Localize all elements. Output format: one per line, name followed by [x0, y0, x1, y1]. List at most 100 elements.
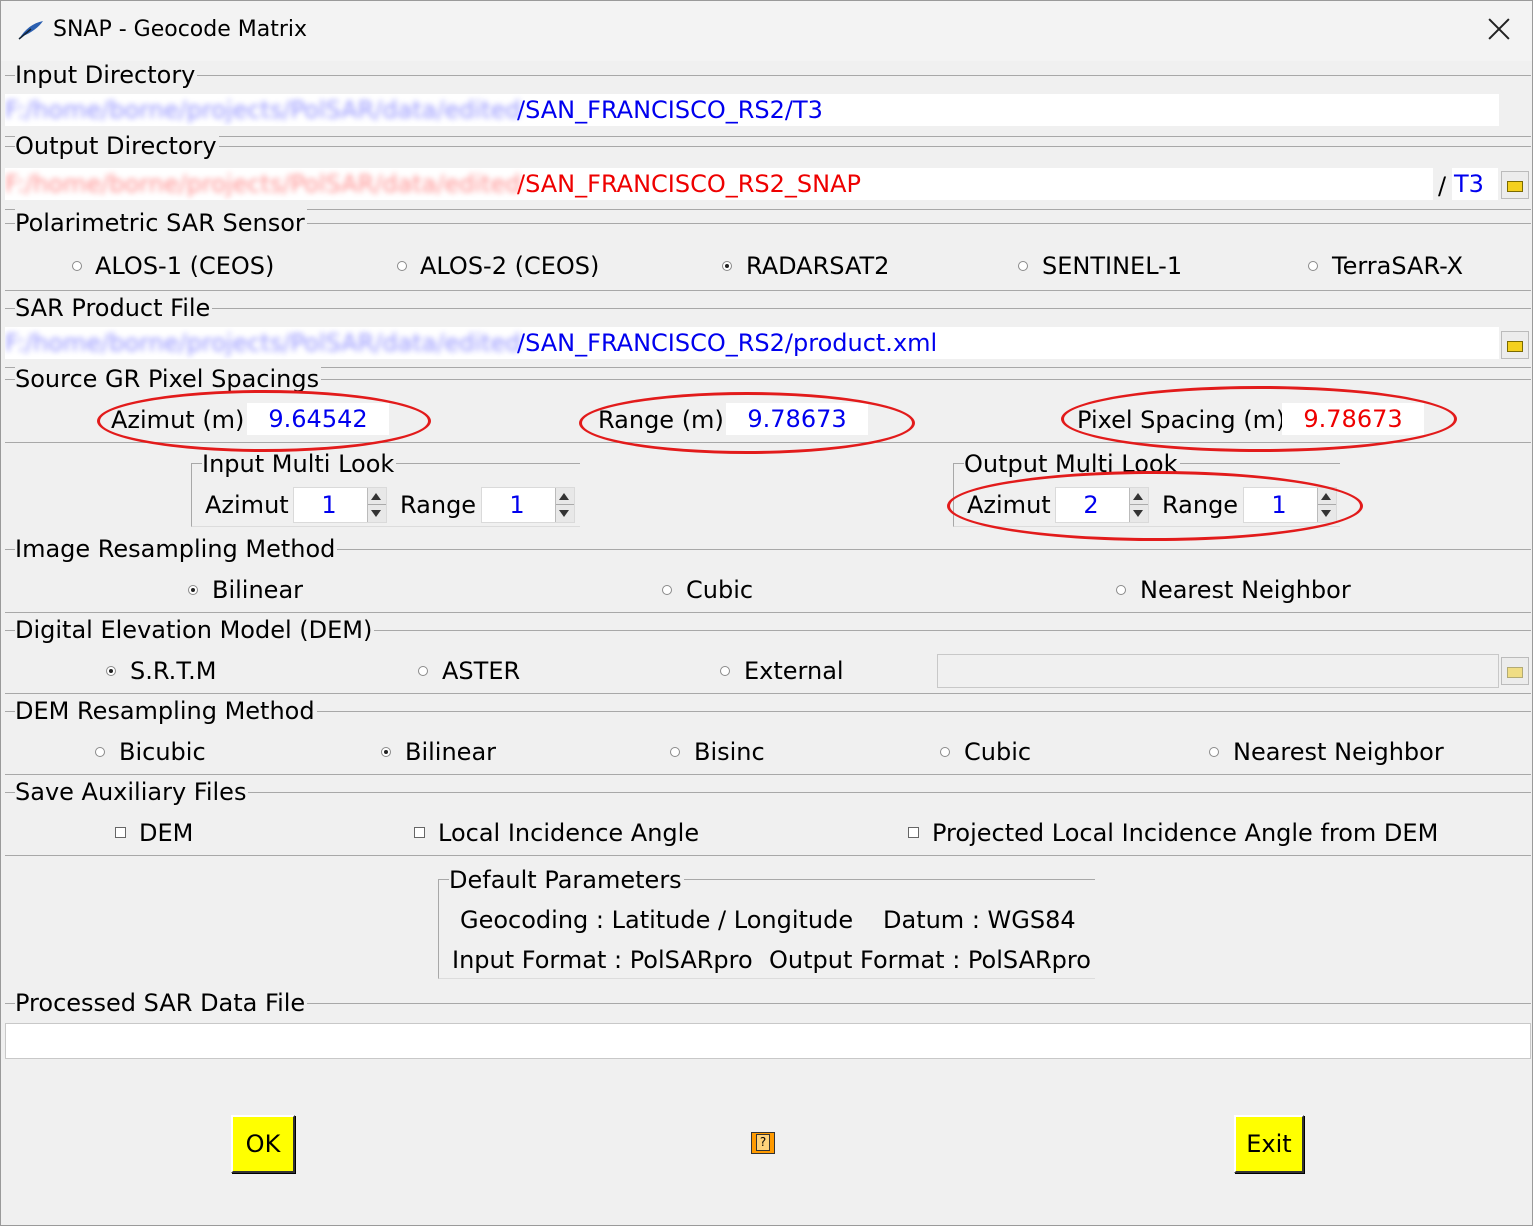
input-multilook-azimut-label: Azimut: [205, 491, 289, 519]
arrow-down-icon[interactable]: [1133, 510, 1143, 517]
title-bar: SNAP - Geocode Matrix: [1, 1, 1532, 61]
arrow-up-icon[interactable]: [1133, 493, 1143, 500]
image-resampling-legend: Image Resampling Method: [15, 535, 338, 563]
help-icon: ?: [756, 1134, 770, 1151]
dem-external-path-field[interactable]: [937, 654, 1499, 688]
dem-resampling-radio-bisinc[interactable]: [670, 747, 680, 757]
help-button[interactable]: ?: [751, 1132, 775, 1154]
geocoding-text: Geocoding : Latitude / Longitude: [460, 906, 854, 934]
product-file-legend: SAR Product File: [15, 294, 213, 322]
input-directory-suffix: /SAN_FRANCISCO_RS2/T3: [517, 96, 823, 124]
spinner-arrows[interactable]: [1129, 488, 1148, 522]
folder-icon: [1507, 181, 1523, 192]
input-multilook-range-spinner[interactable]: 1: [481, 487, 575, 523]
processed-file-legend: Processed SAR Data File: [15, 989, 308, 1017]
input-directory-legend: Input Directory: [15, 61, 198, 89]
arrow-down-icon[interactable]: [371, 510, 381, 517]
dem-label-srtm: S.R.T.M: [130, 657, 217, 685]
arrow-up-icon[interactable]: [1321, 493, 1331, 500]
output-directory-prefix: F:/home/borne/projects/PolSAR/data/edite…: [5, 170, 521, 198]
output-directory-field[interactable]: F:/home/borne/projects/PolSAR/data/edite…: [5, 168, 1433, 200]
dem-resampling-radio-cubic[interactable]: [940, 747, 950, 757]
dem-resampling-label-cubic: Cubic: [964, 738, 1032, 766]
product-file-field[interactable]: F:/home/borne/projects/PolSAR/data/edite…: [5, 327, 1499, 359]
output-multilook-range-label: Range: [1162, 491, 1239, 519]
geocode-matrix-window: SNAP - Geocode Matrix Input Directory F:…: [0, 0, 1533, 1226]
output-subdir-field[interactable]: T3: [1452, 168, 1498, 200]
dem-resampling-label-bicubic: Bicubic: [119, 738, 206, 766]
output-multilook-azimut-value: 2: [1083, 491, 1099, 519]
aux-lia-label: Local Incidence Angle: [438, 819, 700, 847]
dem-external-browse-button[interactable]: [1501, 657, 1529, 685]
pixel-spacing-field[interactable]: 9.78673: [1282, 403, 1424, 435]
image-resampling-label-nearest: Nearest Neighbor: [1140, 576, 1351, 604]
sensor-label-sentinel1: SENTINEL-1: [1042, 252, 1183, 280]
input-directory-prefix: F:/home/borne/projects/PolSAR/data/edite…: [5, 96, 521, 124]
dem-radio-aster[interactable]: [418, 666, 428, 676]
window-title: SNAP - Geocode Matrix: [53, 17, 308, 42]
aux-files-legend: Save Auxiliary Files: [15, 778, 249, 806]
azimut-spacing-field[interactable]: 9.64542: [247, 403, 389, 435]
product-file-browse-button[interactable]: [1501, 331, 1529, 359]
sensor-label-alos1: ALOS-1 (CEOS): [95, 252, 275, 280]
input-format-text: Input Format : PolSARpro: [452, 946, 753, 974]
output-multilook-azimut-spinner[interactable]: 2: [1055, 487, 1149, 523]
input-multilook-azimut-spinner[interactable]: 1: [293, 487, 387, 523]
sensor-label-terrasar: TerraSAR-X: [1332, 252, 1464, 280]
range-spacing-label: Range (m): [598, 406, 724, 434]
range-spacing-field[interactable]: 9.78673: [726, 403, 868, 435]
processed-file-field[interactable]: [5, 1023, 1531, 1059]
aux-lia-checkbox[interactable]: [414, 827, 425, 838]
open-folder-icon: [1507, 341, 1523, 352]
dem-label-aster: ASTER: [442, 657, 521, 685]
dem-resampling-radio-bicubic[interactable]: [95, 747, 105, 757]
image-resampling-label-bilinear: Bilinear: [212, 576, 304, 604]
dem-resampling-radio-nearest[interactable]: [1209, 747, 1219, 757]
image-resampling-radio-cubic[interactable]: [662, 585, 672, 595]
output-directory-browse-button[interactable]: [1501, 171, 1529, 199]
output-multilook-azimut-label: Azimut: [967, 491, 1051, 519]
sensor-radio-alos2[interactable]: [397, 261, 407, 271]
pixel-spacing-label: Pixel Spacing (m): [1077, 406, 1286, 434]
product-file-prefix: F:/home/borne/projects/PolSAR/data/edite…: [5, 329, 521, 357]
azimut-spacing-label: Azimut (m): [111, 406, 245, 434]
input-multilook-legend: Input Multi Look: [202, 450, 397, 478]
aux-projected-lia-checkbox[interactable]: [908, 827, 919, 838]
sensor-radio-radarsat2[interactable]: [722, 261, 732, 271]
input-multilook-range-label: Range: [400, 491, 477, 519]
input-multilook-range-value: 1: [509, 491, 525, 519]
output-directory-suffix: /SAN_FRANCISCO_RS2_SNAP: [517, 170, 861, 198]
output-multilook-legend: Output Multi Look: [964, 450, 1180, 478]
dem-radio-srtm[interactable]: [106, 666, 116, 676]
spinner-arrows[interactable]: [555, 488, 574, 522]
dem-resampling-radio-bilinear[interactable]: [381, 747, 391, 757]
dem-resampling-legend: DEM Resampling Method: [15, 697, 317, 725]
open-folder-icon: [1507, 667, 1523, 678]
output-directory-legend: Output Directory: [15, 132, 219, 160]
arrow-up-icon[interactable]: [371, 493, 381, 500]
arrow-down-icon[interactable]: [1321, 510, 1331, 517]
aux-projected-lia-label: Projected Local Incidence Angle from DEM: [932, 819, 1439, 847]
sensor-radio-alos1[interactable]: [72, 261, 82, 271]
dem-resampling-label-bilinear: Bilinear: [405, 738, 497, 766]
sensor-label-alos2: ALOS-2 (CEOS): [420, 252, 600, 280]
sensor-radio-sentinel1[interactable]: [1018, 261, 1028, 271]
aux-dem-checkbox[interactable]: [115, 827, 126, 838]
dem-legend: Digital Elevation Model (DEM): [15, 616, 375, 644]
pixel-spacing-legend: Source GR Pixel Spacings: [15, 365, 322, 393]
product-file-suffix: /SAN_FRANCISCO_RS2/product.xml: [517, 329, 938, 357]
ok-button[interactable]: OK: [231, 1115, 295, 1173]
spinner-arrows[interactable]: [1317, 488, 1336, 522]
input-directory-field[interactable]: F:/home/borne/projects/PolSAR/data/edite…: [5, 94, 1499, 126]
spinner-arrows[interactable]: [367, 488, 386, 522]
arrow-down-icon[interactable]: [559, 510, 569, 517]
sensor-legend: Polarimetric SAR Sensor: [15, 209, 307, 237]
image-resampling-radio-bilinear[interactable]: [188, 585, 198, 595]
output-multilook-range-spinner[interactable]: 1: [1243, 487, 1337, 523]
sensor-radio-terrasar[interactable]: [1308, 261, 1318, 271]
dem-radio-external[interactable]: [720, 666, 730, 676]
exit-button[interactable]: Exit: [1234, 1115, 1304, 1173]
close-icon[interactable]: [1483, 13, 1515, 45]
arrow-up-icon[interactable]: [559, 493, 569, 500]
image-resampling-radio-nearest[interactable]: [1116, 585, 1126, 595]
